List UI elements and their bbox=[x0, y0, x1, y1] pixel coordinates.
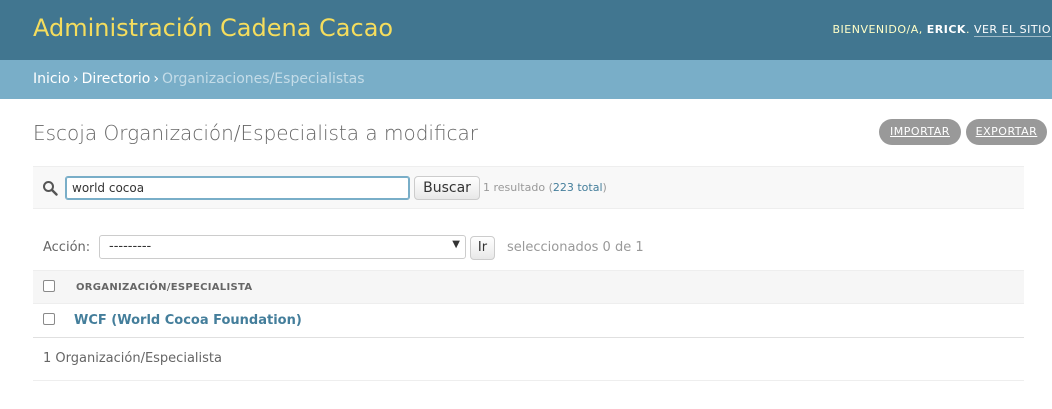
paginator: 1 Organización/Especialista bbox=[33, 338, 1024, 381]
import-button[interactable]: Importar bbox=[879, 119, 961, 145]
page-title: Escoja Organización/Especialista a modif… bbox=[33, 121, 479, 145]
action-label: Acción: bbox=[43, 240, 91, 255]
action-counter: seleccionados 0 de 1 bbox=[507, 240, 644, 255]
table-header: ORGANIZACIÓN/ESPECIALISTA bbox=[33, 270, 1024, 304]
result-count: 1 resultado (223 total) bbox=[483, 181, 607, 194]
username: Erick bbox=[926, 23, 966, 36]
breadcrumb-separator: › bbox=[153, 71, 159, 87]
site-title[interactable]: Administración Cadena Cacao bbox=[33, 14, 393, 42]
action-selected-option: --------- bbox=[109, 239, 152, 254]
welcome-text: Bienvenido/a, bbox=[832, 23, 923, 36]
site-header: Administración Cadena Cacao Bienvenido/a… bbox=[0, 0, 1052, 60]
breadcrumb-separator: › bbox=[73, 71, 79, 87]
user-tools: Bienvenido/a, Erick. Ver el sitio bbox=[832, 23, 1051, 37]
action-select[interactable]: --------- ▼ bbox=[99, 235, 466, 259]
go-button[interactable]: Ir bbox=[470, 236, 495, 260]
column-header-organization[interactable]: ORGANIZACIÓN/ESPECIALISTA bbox=[76, 282, 252, 293]
export-button[interactable]: Exportar bbox=[966, 119, 1047, 145]
breadcrumb-directory[interactable]: Directorio bbox=[82, 71, 151, 87]
breadcrumb: Inicio › Directorio › Organizaciones/Especia… bbox=[0, 60, 1052, 99]
search-icon bbox=[43, 181, 58, 196]
table-row: WCF (World Cocoa Foundation) bbox=[33, 304, 1024, 338]
select-all-checkbox[interactable] bbox=[43, 280, 55, 292]
search-toolbar: Buscar 1 resultado (223 total) bbox=[33, 166, 1024, 209]
row-link[interactable]: WCF (World Cocoa Foundation) bbox=[74, 313, 302, 328]
breadcrumb-current: Organizaciones/Especialistas bbox=[161, 71, 365, 87]
search-button[interactable]: Buscar bbox=[414, 176, 480, 200]
search-input[interactable] bbox=[65, 176, 410, 200]
row-checkbox[interactable] bbox=[43, 313, 55, 325]
view-site-link[interactable]: Ver el sitio bbox=[973, 23, 1051, 37]
total-results-link[interactable]: 223 total bbox=[553, 181, 603, 194]
breadcrumb-home[interactable]: Inicio bbox=[33, 71, 70, 87]
caret-down-icon: ▼ bbox=[452, 239, 460, 250]
